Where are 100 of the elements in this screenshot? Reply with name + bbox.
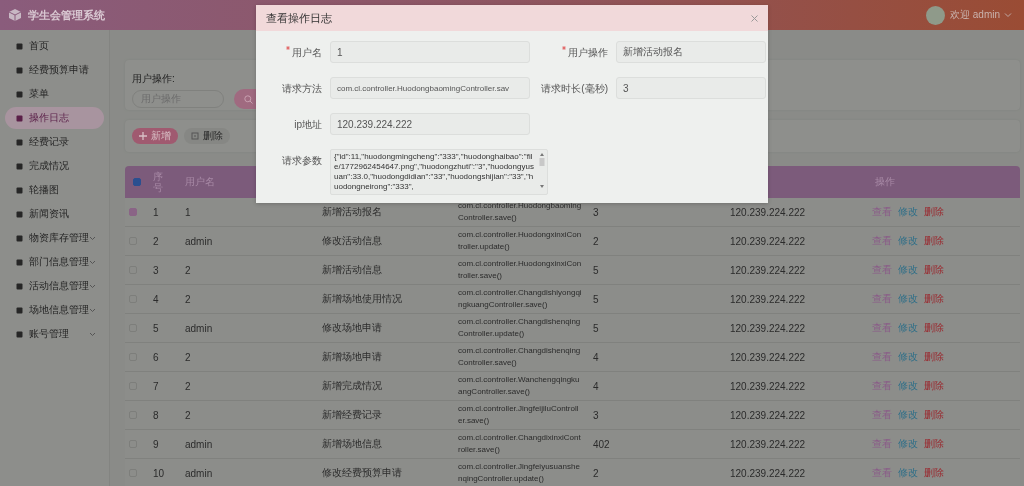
menu-item-icon <box>16 306 23 314</box>
avatar[interactable] <box>926 5 945 25</box>
table-cell: 5 <box>593 264 599 276</box>
input-field[interactable]: 120.239.224.222 <box>330 113 530 135</box>
sidebar-item[interactable]: 物资库存管理 <box>5 227 104 249</box>
field-label: 用户操作 <box>568 46 608 60</box>
input-field[interactable]: 1 <box>330 41 530 63</box>
search-icon <box>244 94 253 104</box>
sidebar-item[interactable]: 场地信息管理 <box>5 299 104 321</box>
table-cell: admin <box>185 322 213 334</box>
delete-link[interactable]: 删除 <box>924 234 944 248</box>
edit-link[interactable]: 修改 <box>898 408 918 422</box>
scrollbar-icon <box>539 152 545 190</box>
sidebar-item[interactable]: 经费预算申请 <box>5 59 104 81</box>
field-label: 请求时长(毫秒) <box>541 82 608 96</box>
textarea-field[interactable]: {"id":11,"huodongmingcheng":"333","huodonghaibao":"file/1772962454647.png","huodongzhuti":"3","huodongyusuan":33.0,"huodongdidian":"33","huodongshijian":"33","huodongneirong":"333", <box>330 149 548 195</box>
menu-item-icon <box>16 114 23 122</box>
edit-link[interactable]: 修改 <box>898 379 918 393</box>
table-cell: 2 <box>593 235 599 247</box>
table-cell-text: com.cl.controller.JingfeijiluController.save() <box>458 403 580 427</box>
table-cell: 120.239.224.222 <box>730 467 806 479</box>
table-cell-text: com.cl.controller.ChangdishenqingController.save() <box>458 345 582 369</box>
menu-item-icon <box>16 138 23 146</box>
table-cell-text: com.cl.controller.HuodongxinxiController.save() <box>458 258 583 282</box>
input-field[interactable]: 3 <box>616 77 766 99</box>
table-cell-text: com.cl.controller.JingfeiyusuanshenqingController.update() <box>458 461 581 485</box>
edit-link[interactable]: 修改 <box>898 292 918 306</box>
sidebar-item[interactable]: 菜单 <box>5 83 104 105</box>
sidebar-item[interactable]: 首页 <box>5 35 104 57</box>
menu-item-icon <box>16 162 23 170</box>
table-cell: 120.239.224.222 <box>730 380 806 392</box>
menu-item-icon <box>16 234 23 242</box>
table-cell: 修改经费预算申请 <box>322 467 402 478</box>
delete-link[interactable]: 删除 <box>924 408 944 422</box>
table-cell: 4 <box>593 351 599 363</box>
table-cell: 120.239.224.222 <box>730 351 806 363</box>
edit-link[interactable]: 修改 <box>898 205 918 219</box>
row-checkbox[interactable] <box>129 208 137 216</box>
table-cell-text: com.cl.controller.WanchengqingkuangController.save() <box>458 374 581 398</box>
edit-link[interactable]: 修改 <box>898 350 918 364</box>
table-cell: 5 <box>593 322 599 334</box>
add-button[interactable]: 新增 <box>132 128 178 144</box>
table-cell: 3 <box>593 206 599 218</box>
table-cell: 4 <box>153 293 159 305</box>
sidebar-item[interactable]: 活动信息管理 <box>5 275 104 297</box>
sidebar-item[interactable]: 经费记录 <box>5 131 104 153</box>
table-cell-text: com.cl.controller.ChangdishenqingController.update() <box>458 316 582 340</box>
field-label: ip地址 <box>294 118 322 132</box>
table-cell: 5 <box>153 322 159 334</box>
cube-logo-icon <box>8 8 22 22</box>
table-cell: 修改场地申请 <box>322 322 382 333</box>
table-cell: 2 <box>185 293 191 305</box>
table-cell: 2 <box>185 264 191 276</box>
edit-link[interactable]: 修改 <box>898 263 918 277</box>
sidebar-item[interactable]: 轮播图 <box>5 179 104 201</box>
table-cell: 120.239.224.222 <box>730 409 806 421</box>
input-field[interactable]: com.cl.controller.HuodongbaomingController.sav <box>330 77 530 99</box>
sidebar-item[interactable]: 操作日志 <box>5 107 104 129</box>
sidebar-item[interactable]: 账号管理 <box>5 323 104 345</box>
menu-item-icon <box>16 90 23 98</box>
table-cell: 402 <box>593 438 610 450</box>
sidebar-item[interactable]: 完成情况 <box>5 155 104 177</box>
table-cell: 新增场地使用情况 <box>322 293 402 304</box>
search-label: 用户操作: <box>132 72 175 86</box>
table-cell: 8 <box>153 409 159 421</box>
table-cell: 2 <box>153 235 159 247</box>
delete-link[interactable]: 删除 <box>924 205 944 219</box>
sidebar-item[interactable]: 部门信息管理 <box>5 251 104 273</box>
table-cell: 120.239.224.222 <box>730 293 806 305</box>
menu-item-icon <box>16 330 23 338</box>
menu-item-icon <box>16 258 23 266</box>
sidebar-item[interactable]: 新闻资讯 <box>5 203 104 225</box>
table-cell: 9 <box>153 438 159 450</box>
edit-link[interactable]: 修改 <box>898 234 918 248</box>
delete-link[interactable]: 删除 <box>924 350 944 364</box>
trash-icon <box>191 132 199 140</box>
table-cell: 3 <box>593 409 599 421</box>
edit-link[interactable]: 修改 <box>898 437 918 451</box>
field-label: 请求参数 <box>282 154 322 168</box>
table-cell: 新增场地信息 <box>322 438 382 449</box>
table-cell: 6 <box>153 351 159 363</box>
delete-link[interactable]: 删除 <box>924 263 944 277</box>
delete-link[interactable]: 删除 <box>924 321 944 335</box>
delete-link[interactable]: 删除 <box>924 379 944 393</box>
delete-button[interactable]: 删除 <box>184 128 230 144</box>
table-cell-text: com.cl.controller.ChangdishiyongqingkuangController.save() <box>458 287 583 311</box>
select-all-checkbox[interactable] <box>133 178 141 186</box>
table-cell: admin <box>185 235 213 247</box>
input-field[interactable]: 新增活动报名 <box>616 41 766 63</box>
edit-link[interactable]: 修改 <box>898 321 918 335</box>
table-cell: 新增活动报名 <box>322 206 382 217</box>
delete-link[interactable]: 删除 <box>924 466 944 480</box>
table-cell: 5 <box>593 293 599 305</box>
edit-link[interactable]: 修改 <box>898 466 918 480</box>
delete-link[interactable]: 删除 <box>924 437 944 451</box>
user-greeting[interactable]: 欢迎 admin <box>950 8 1000 22</box>
table-cell: 4 <box>593 380 599 392</box>
table-cell: 2 <box>185 380 191 392</box>
delete-link[interactable]: 删除 <box>924 292 944 306</box>
close-icon[interactable] <box>751 14 758 22</box>
